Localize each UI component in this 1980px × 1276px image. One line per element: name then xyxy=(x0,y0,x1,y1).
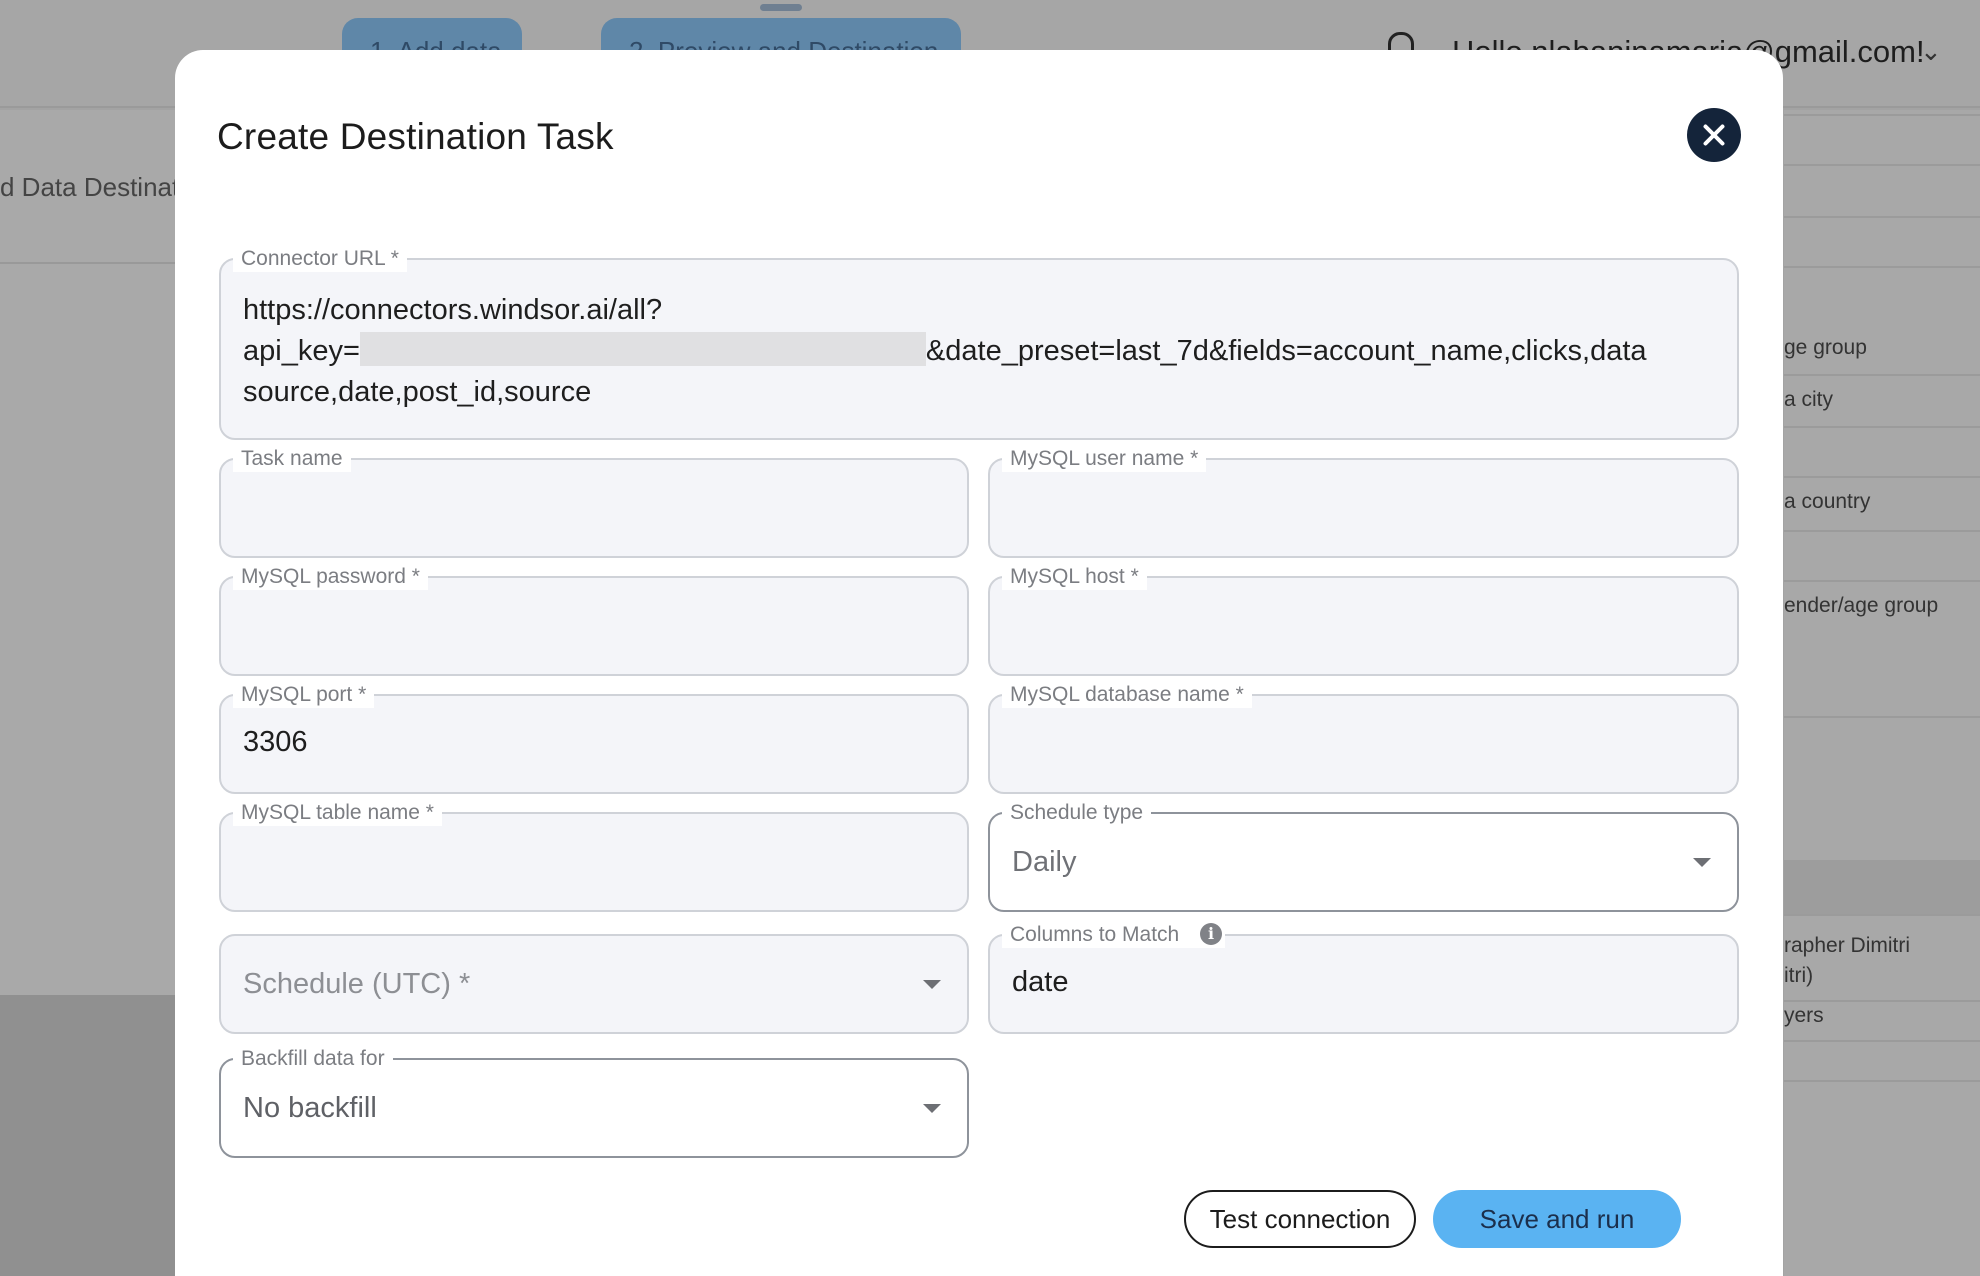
save-and-run-button[interactable]: Save and run xyxy=(1433,1190,1681,1248)
caret-down-icon[interactable] xyxy=(923,1104,941,1113)
test-connection-button[interactable]: Test connection xyxy=(1184,1190,1416,1248)
divider xyxy=(1784,1040,1980,1042)
columns-to-match-label: Columns to Match xyxy=(1002,922,1226,948)
modal-title: Create Destination Task xyxy=(217,116,614,157)
divider xyxy=(1784,114,1980,116)
background-right-text: ge group xyxy=(1784,336,1867,359)
background-right-text: rapher Dimitri xyxy=(1784,934,1911,957)
mysql-password-label: MySQL password * xyxy=(233,564,428,590)
divider xyxy=(1784,216,1980,218)
background-right-panel: ge group a city a country ender/age grou… xyxy=(1784,110,1980,1276)
background-right-text: ender/age group xyxy=(1784,594,1939,617)
connector-url-line-1: https://connectors.windsor.ai/all? xyxy=(243,294,663,326)
mysql-host-field[interactable]: MySQL host * xyxy=(988,564,1739,676)
divider xyxy=(1784,530,1980,532)
connector-url-line-2: api_key= &date_preset=last_7d&fields=acco… xyxy=(243,331,1733,372)
mysql-user-name-field[interactable]: MySQL user name * xyxy=(988,446,1739,558)
divider xyxy=(1784,914,1980,916)
task-name-label: Task name xyxy=(233,446,351,472)
backfill-value: No backfill xyxy=(243,1092,377,1124)
divider xyxy=(1784,476,1980,478)
backfill-label: Backfill data for xyxy=(233,1046,393,1072)
schedule-type-value: Daily xyxy=(1012,846,1077,878)
connector-url-line-3: source,date,post_id,source xyxy=(243,376,592,408)
divider xyxy=(0,262,176,264)
schedule-type-label: Schedule type xyxy=(1002,800,1152,826)
connector-url-label: Connector URL * xyxy=(233,246,407,272)
divider xyxy=(1784,1080,1980,1082)
mysql-table-name-label: MySQL table name * xyxy=(233,800,442,826)
create-destination-task-modal: Create Destination Task Connector URL * … xyxy=(175,50,1783,1276)
mysql-user-name-label: MySQL user name * xyxy=(1002,446,1207,472)
background-right-text: a city xyxy=(1784,388,1834,411)
mysql-database-name-label: MySQL database name * xyxy=(1002,682,1252,708)
divider xyxy=(1784,716,1980,718)
connector-url-suffix: &date_preset=last_7d&fields=account_name… xyxy=(925,335,1647,367)
connector-url-value[interactable]: https://connectors.windsor.ai/all? api_k… xyxy=(243,290,1733,413)
divider xyxy=(1784,580,1980,582)
mysql-password-field[interactable]: MySQL password * xyxy=(219,564,969,676)
background-left-lower xyxy=(0,995,176,1276)
divider xyxy=(1784,374,1980,376)
mysql-database-name-field[interactable]: MySQL database name * xyxy=(988,682,1739,794)
mysql-port-label: MySQL port * xyxy=(233,682,375,708)
task-name-field[interactable]: Task name xyxy=(219,446,969,558)
background-right-text: yers xyxy=(1784,1004,1824,1027)
divider xyxy=(1784,266,1980,268)
mysql-port-value: 3306 xyxy=(243,726,308,758)
background-right-text: itri) xyxy=(1784,964,1814,987)
mysql-table-name-field[interactable]: MySQL table name * xyxy=(219,800,969,912)
info-icon[interactable]: i xyxy=(1200,923,1222,945)
backfill-select[interactable]: Backfill data for No backfill xyxy=(219,1046,969,1158)
schedule-type-select[interactable]: Schedule type Daily xyxy=(988,800,1739,912)
mysql-host-label: MySQL host * xyxy=(1002,564,1147,590)
close-icon[interactable] xyxy=(1687,108,1741,162)
schedule-utc-select[interactable]: Schedule (UTC) * xyxy=(219,934,969,1034)
chevron-down-icon: ⌄ xyxy=(1920,36,1942,66)
schedule-utc-placeholder: Schedule (UTC) * xyxy=(243,968,471,1000)
redacted-api-key xyxy=(359,332,926,366)
caret-down-icon[interactable] xyxy=(923,980,941,989)
divider xyxy=(1784,164,1980,166)
mysql-port-field[interactable]: MySQL port * 3306 xyxy=(219,682,969,794)
drag-handle xyxy=(760,4,802,11)
background-band xyxy=(1784,860,1980,914)
columns-to-match-value: date xyxy=(1012,966,1069,998)
background-left-panel: d Data Destinati xyxy=(0,110,185,995)
divider xyxy=(1784,426,1980,428)
divider xyxy=(1784,1000,1980,1002)
background-right-text: a country xyxy=(1784,490,1871,513)
caret-down-icon[interactable] xyxy=(1693,858,1711,867)
connector-url-field[interactable]: Connector URL * https://connectors.winds… xyxy=(219,246,1739,440)
connector-url-prefix: api_key= xyxy=(243,335,360,367)
columns-to-match-field[interactable]: Columns to Match i date xyxy=(988,922,1739,1034)
background-left-text: d Data Destinati xyxy=(0,172,185,202)
